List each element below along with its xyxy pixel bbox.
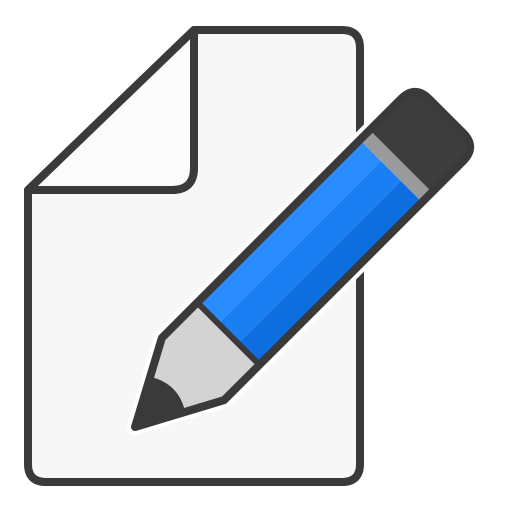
document-folded-corner: [24, 26, 198, 194]
edit-document-icon: [24, 26, 479, 486]
icon-canvas: [0, 0, 512, 512]
